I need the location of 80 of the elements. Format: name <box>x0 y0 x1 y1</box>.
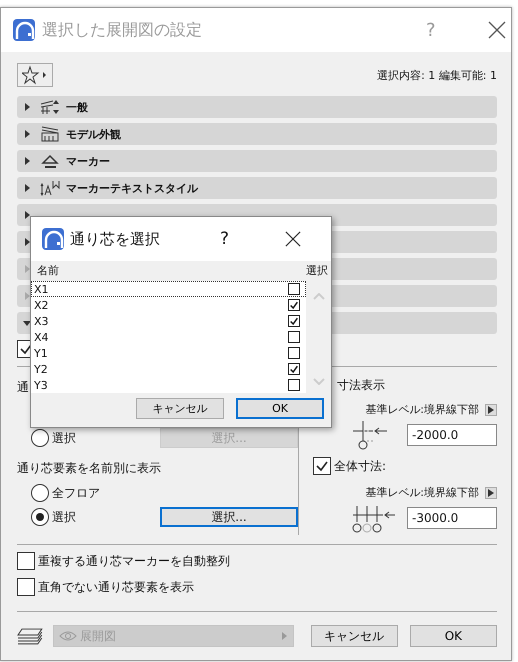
radio-button[interactable] <box>31 508 49 526</box>
checkbox[interactable] <box>288 363 300 375</box>
list-row[interactable]: X3 <box>31 313 306 329</box>
menu-arrow-button[interactable] <box>485 486 497 498</box>
input-field[interactable]: -2000.0 <box>407 424 497 446</box>
expand-icon[interactable] <box>23 211 31 219</box>
selection-info: 選択内容: 1 編集可能: 1 <box>377 68 497 82</box>
input-field[interactable]: -3000.0 <box>407 507 497 529</box>
sliders-icon <box>40 99 60 115</box>
list-row[interactable]: Y1 <box>31 345 306 361</box>
expand-icon[interactable] <box>23 319 31 327</box>
menu-arrow-button[interactable] <box>485 404 497 416</box>
close-icon[interactable] <box>285 231 302 247</box>
section-label: 寸法表示 <box>337 377 385 394</box>
grid-name: X1 <box>34 282 49 296</box>
group-label: 通り芯要素を名前別に表示 <box>17 460 161 477</box>
grid-name: X4 <box>34 330 49 344</box>
radio-label: 選択 <box>52 430 77 446</box>
help-button[interactable]: ? <box>220 229 230 249</box>
text-style-icon <box>40 180 60 196</box>
radio-button[interactable] <box>31 429 49 447</box>
panel-title: マーカー <box>66 154 110 168</box>
expand-icon[interactable] <box>23 184 31 192</box>
list-row[interactable]: Y2 <box>31 361 306 377</box>
panel-title: モデル外観 <box>66 126 121 142</box>
grid-name: X2 <box>34 298 49 312</box>
radio-label: 全フロア <box>52 484 101 502</box>
grid-name: Y3 <box>34 378 48 392</box>
reference-level-label: 基準レベル:境界線下部 <box>365 402 479 417</box>
panel-header[interactable]: モデル外観 <box>17 123 497 145</box>
checkbox-label: 重複する通り芯マーカーを自動整列 <box>38 552 230 570</box>
expand-icon[interactable] <box>23 157 31 165</box>
checkbox[interactable] <box>288 331 300 343</box>
panel-header[interactable]: 一般 <box>17 96 497 118</box>
checkbox[interactable] <box>17 578 35 596</box>
checkbox-label: 直角でない通り芯要素を表示 <box>38 578 194 596</box>
list-row[interactable]: X2 <box>31 297 306 313</box>
marker-icon <box>40 153 60 169</box>
list-row[interactable]: Y3 <box>31 377 306 393</box>
checkbox[interactable] <box>288 299 300 311</box>
grid-name: X3 <box>34 314 49 328</box>
window-title: 通り芯を選択 <box>70 230 161 248</box>
film-icon <box>40 126 60 142</box>
radio-button[interactable] <box>31 484 49 502</box>
window-title: 選択した展開図の設定 <box>42 20 203 40</box>
dialog-button[interactable]: OK <box>410 625 497 647</box>
favorites-button[interactable] <box>17 63 53 87</box>
panel-title: 一般 <box>66 100 88 114</box>
select-button[interactable]: 選択... <box>160 507 298 527</box>
expand-icon[interactable] <box>23 103 31 111</box>
checkbox[interactable] <box>17 552 35 570</box>
checkbox[interactable] <box>313 457 331 475</box>
checkbox[interactable] <box>288 379 300 391</box>
grid-name: Y2 <box>34 362 48 376</box>
checkbox[interactable] <box>288 283 300 295</box>
close-icon[interactable] <box>488 21 506 39</box>
reference-level-label: 基準レベル:境界線下部 <box>365 485 479 500</box>
expand-icon[interactable] <box>23 238 31 246</box>
radio-label: 選択 <box>52 508 77 526</box>
panel-header[interactable]: マーカーテキストスタイル <box>17 177 497 199</box>
group-label: 通 <box>17 379 29 396</box>
app-icon <box>13 19 35 41</box>
caret-icon <box>282 632 287 640</box>
list-row[interactable]: X4 <box>31 329 306 345</box>
panel-title: マーカーテキストスタイル <box>66 180 198 196</box>
dialog-button[interactable]: キャンセル <box>136 398 224 419</box>
grid-name: Y1 <box>34 346 48 360</box>
column-header: 名前 <box>37 263 59 279</box>
app-icon <box>42 228 64 250</box>
expand-icon[interactable] <box>23 130 31 138</box>
dialog-button[interactable]: OK <box>236 398 324 419</box>
panel-header[interactable]: マーカー <box>17 150 497 172</box>
column-header: 選択 <box>306 263 328 279</box>
checkbox[interactable] <box>288 315 300 327</box>
list-row[interactable]: X1 <box>31 281 306 297</box>
checkbox[interactable] <box>288 347 300 359</box>
dialog-button[interactable]: キャンセル <box>310 625 398 647</box>
checkbox-label: 全体寸法: <box>334 458 386 474</box>
layers-icon <box>17 627 43 645</box>
eye-icon <box>58 631 77 641</box>
